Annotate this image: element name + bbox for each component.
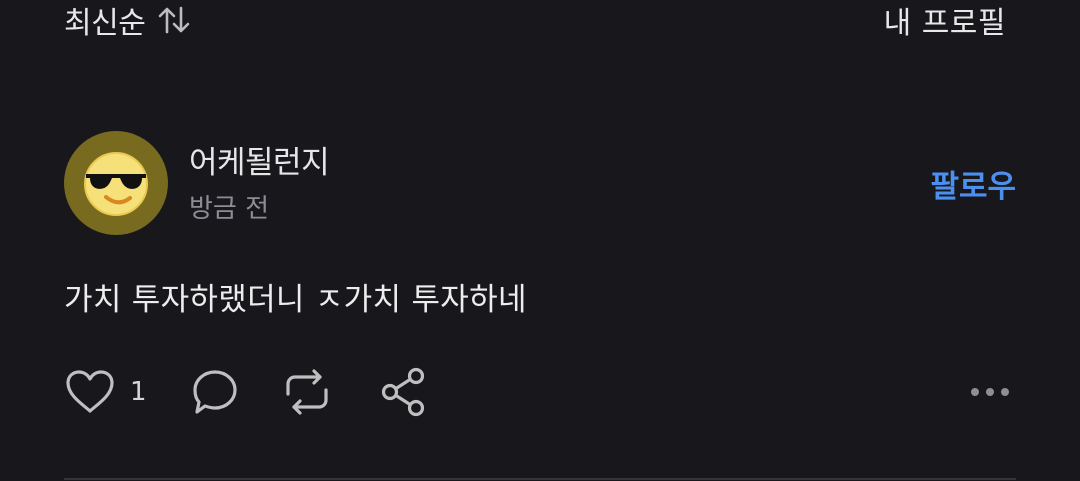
post-timestamp: 방금 전 — [189, 194, 270, 224]
sort-arrows-icon — [157, 5, 191, 35]
divider — [64, 478, 1016, 480]
heart-icon — [66, 370, 114, 413]
sort-label: 최신순 — [64, 6, 146, 41]
post-header: 어케될런지 방금 전 팔로우 — [64, 131, 1016, 235]
more-options-button[interactable] — [970, 362, 1010, 422]
sort-button[interactable]: 최신순 — [64, 0, 191, 41]
thread-page: 최신순 내 프로필 어케될런지 방금 전 팔로우 가치 투자하랬더니 ㅈ가치 투… — [0, 0, 1080, 481]
author-name[interactable]: 어케될런지 — [189, 137, 330, 182]
repost-icon — [286, 369, 328, 415]
my-profile-link[interactable]: 내 프로필 — [884, 0, 1006, 41]
post-actions: 1 — [64, 362, 1016, 422]
post-text: 가치 투자하랬더니 ㅈ가치 투자하네 — [64, 282, 527, 318]
sunglasses-emoji-icon — [84, 152, 148, 216]
comment-button[interactable] — [191, 362, 239, 422]
avatar[interactable] — [64, 131, 168, 235]
follow-button[interactable]: 팔로우 — [930, 161, 1016, 206]
like-button[interactable]: 1 — [64, 362, 147, 422]
share-icon — [381, 367, 425, 417]
more-dots-icon — [971, 388, 1009, 396]
share-button[interactable] — [380, 362, 428, 422]
repost-button[interactable] — [280, 362, 334, 422]
like-count: 1 — [130, 377, 147, 407]
comment-bubble-icon — [193, 370, 237, 414]
